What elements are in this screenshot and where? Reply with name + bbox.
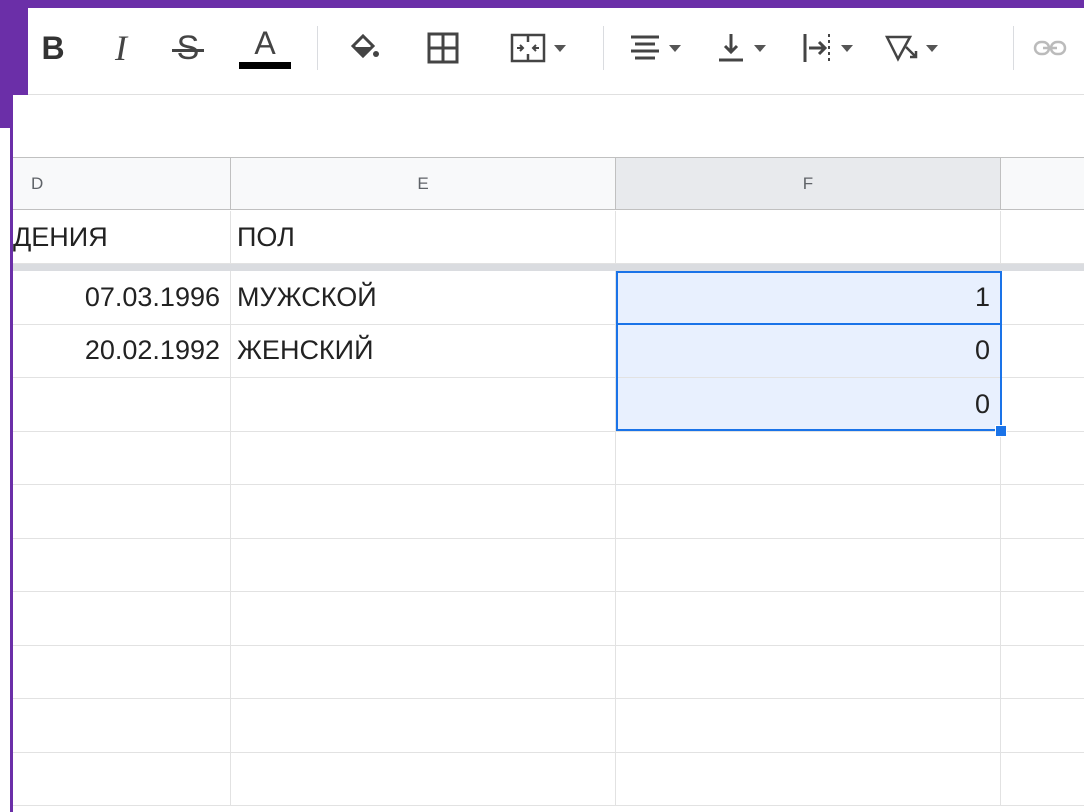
cell-g[interactable] xyxy=(1001,753,1084,806)
column-header-e[interactable]: E xyxy=(231,158,616,210)
cell-e[interactable] xyxy=(231,752,616,806)
cell-e[interactable]: ЖЕНСКИЙ xyxy=(231,324,616,378)
cell-f[interactable] xyxy=(616,592,1001,646)
cell-g[interactable] xyxy=(1001,646,1084,699)
fill-color-icon xyxy=(350,33,379,59)
table-row xyxy=(13,485,1084,539)
chevron-down-icon xyxy=(554,44,566,52)
column-header-g[interactable] xyxy=(1001,158,1084,210)
cell-g[interactable] xyxy=(1001,271,1084,325)
cell-g[interactable] xyxy=(1001,699,1084,753)
cell-d[interactable] xyxy=(13,538,231,592)
vertical-align-icon xyxy=(719,34,743,62)
chevron-down-icon xyxy=(669,44,681,52)
chevron-down-icon xyxy=(754,44,766,52)
cell-e[interactable] xyxy=(231,699,616,753)
horizontal-align-button[interactable] xyxy=(619,24,691,72)
table-row: 0 xyxy=(13,378,1084,432)
text-rotation-icon xyxy=(884,35,918,62)
toolbar-separator xyxy=(603,26,604,70)
table-row: 20.02.1992 ЖЕНСКИЙ 0 xyxy=(13,324,1084,378)
table-row-header: ДЕНИЯ ПОЛ xyxy=(13,211,1084,264)
cell-e[interactable] xyxy=(231,538,616,592)
cell-g[interactable] xyxy=(1001,592,1084,646)
cell-d[interactable] xyxy=(13,431,231,485)
freeze-divider[interactable] xyxy=(13,264,1084,271)
chevron-down-icon xyxy=(926,44,938,52)
cell-f[interactable] xyxy=(616,699,1001,753)
cell-e[interactable] xyxy=(231,592,616,646)
toolbar-separator xyxy=(1013,26,1014,70)
cell-e[interactable]: МУЖСКОЙ xyxy=(231,271,616,325)
cell-f[interactable]: 0 xyxy=(616,378,1001,432)
cell-g[interactable] xyxy=(1001,485,1084,539)
fill-handle[interactable] xyxy=(995,425,1007,437)
merge-cells-button[interactable] xyxy=(493,24,583,72)
cell-e-header[interactable]: ПОЛ xyxy=(231,211,616,264)
table-row xyxy=(13,645,1084,699)
cell-f[interactable] xyxy=(616,485,1001,539)
slide-frame: B I S A D E F ДЕНИЯ ПОЛ 07.03.1996 МУЖСК… xyxy=(0,0,1084,812)
fill-color-button[interactable] xyxy=(338,24,388,72)
bold-button[interactable]: B xyxy=(33,24,73,72)
cell-e[interactable] xyxy=(231,431,616,485)
bold-icon: B xyxy=(41,29,65,66)
table-row: 07.03.1996 МУЖСКОЙ 1 xyxy=(13,271,1084,325)
cell-f[interactable]: 1 xyxy=(616,271,1001,325)
column-header-d[interactable]: D xyxy=(13,158,231,210)
toolbar-separator xyxy=(317,26,318,70)
table-row xyxy=(13,431,1084,485)
slide-accent-top xyxy=(0,0,1084,8)
vertical-align-button[interactable] xyxy=(705,24,777,72)
italic-icon: I xyxy=(115,28,127,68)
spreadsheet-grid: D E F ДЕНИЯ ПОЛ 07.03.1996 МУЖСКОЙ 1 20.02.… xyxy=(13,95,1084,812)
text-color-icon: A xyxy=(254,24,276,61)
formula-area xyxy=(13,95,1084,158)
borders-button[interactable] xyxy=(418,24,468,72)
cell-f-header[interactable] xyxy=(616,211,1001,264)
cell-g[interactable] xyxy=(1001,539,1084,592)
cell-f[interactable] xyxy=(616,645,1001,699)
horizontal-align-icon xyxy=(631,35,659,60)
text-color-swatch xyxy=(239,61,291,69)
cell-d[interactable] xyxy=(13,645,231,699)
cell-g[interactable] xyxy=(1001,432,1084,485)
insert-link-button[interactable] xyxy=(1025,24,1075,72)
cell-f[interactable] xyxy=(616,431,1001,485)
strikethrough-button[interactable]: S xyxy=(168,24,208,72)
cell-e[interactable] xyxy=(231,485,616,539)
cell-d[interactable] xyxy=(13,485,231,539)
cell-e[interactable] xyxy=(231,378,616,432)
table-row xyxy=(13,592,1084,646)
cell-d[interactable]: 20.02.1992 xyxy=(13,324,231,378)
text-rotation-button[interactable] xyxy=(875,24,947,72)
cell-d[interactable] xyxy=(13,378,231,432)
italic-button[interactable]: I xyxy=(101,24,141,72)
table-row xyxy=(13,699,1084,753)
formatting-toolbar: B I S A xyxy=(13,8,1084,95)
chevron-down-icon xyxy=(841,44,853,52)
text-wrapping-icon xyxy=(803,34,830,62)
table-row xyxy=(13,752,1084,806)
column-header-f[interactable]: F xyxy=(616,158,1001,210)
merge-cells-icon xyxy=(510,33,546,63)
cell-f[interactable] xyxy=(616,752,1001,806)
borders-icon xyxy=(427,32,459,64)
cell-d[interactable] xyxy=(13,699,231,753)
table-row xyxy=(13,538,1084,592)
cell-g-header[interactable] xyxy=(1001,211,1084,264)
cell-g[interactable] xyxy=(1001,378,1084,432)
cell-d[interactable] xyxy=(13,752,231,806)
cell-f[interactable] xyxy=(616,538,1001,592)
strikethrough-icon: S xyxy=(171,28,204,67)
text-wrapping-button[interactable] xyxy=(791,24,863,72)
cell-g[interactable] xyxy=(1001,325,1084,378)
cell-f[interactable]: 0 xyxy=(616,324,1001,378)
cell-d[interactable]: 07.03.1996 xyxy=(13,271,231,325)
cell-d[interactable] xyxy=(13,592,231,646)
cell-e[interactable] xyxy=(231,645,616,699)
text-color-button[interactable]: A xyxy=(235,24,295,72)
cell-d-header[interactable]: ДЕНИЯ xyxy=(13,211,231,264)
insert-link-icon xyxy=(1033,40,1067,56)
